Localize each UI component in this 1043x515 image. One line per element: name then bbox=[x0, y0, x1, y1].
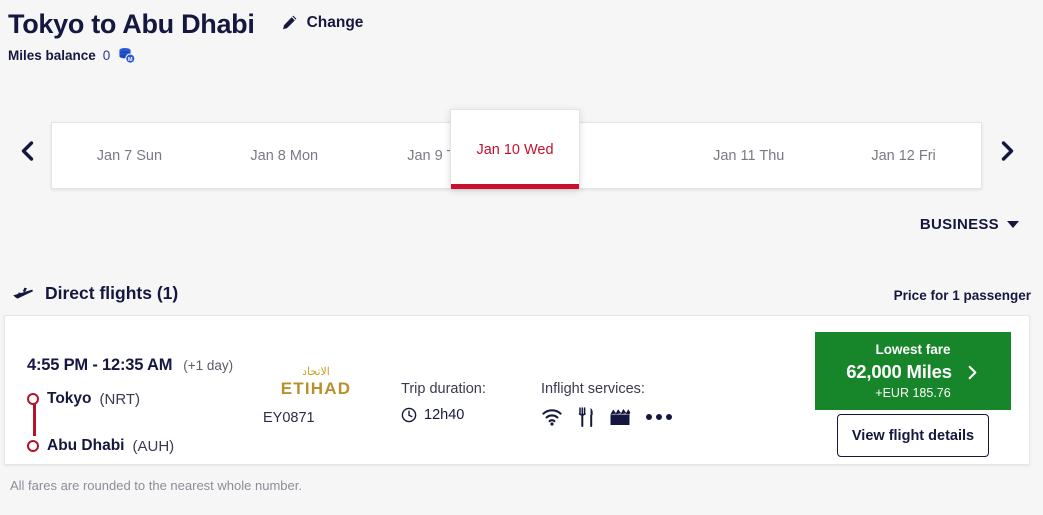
selected-date-underline bbox=[451, 184, 579, 189]
miles-balance-label: Miles balance bbox=[8, 47, 96, 63]
view-flight-details-label: View flight details bbox=[851, 427, 975, 444]
airline-block: الاتحاد ETIHAD EY0871 bbox=[261, 364, 371, 426]
date-tab-jan-12[interactable]: Jan 12 Fri bbox=[826, 123, 981, 188]
trip-duration-label: Trip duration: bbox=[401, 381, 486, 397]
flight-time-range: 4:55 PM - 12:35 AM bbox=[27, 356, 173, 374]
fare-miles-amount: 62,000 Miles bbox=[846, 361, 952, 383]
date-tab-jan-7[interactable]: Jan 7 Sun bbox=[52, 123, 207, 188]
view-flight-details-button[interactable]: View flight details bbox=[837, 414, 989, 457]
next-dates-button[interactable] bbox=[990, 134, 1024, 168]
origin-dot-icon bbox=[27, 393, 39, 405]
cabin-class-label: BUSINESS bbox=[919, 216, 999, 233]
date-tab-jan-10-selected[interactable]: Jan 10 Wed bbox=[450, 109, 580, 189]
airplane-icon bbox=[12, 284, 34, 304]
trip-duration-value-row: 12h40 bbox=[401, 407, 486, 423]
meal-icon bbox=[578, 407, 594, 427]
date-tab-jan-11[interactable]: Jan 11 Thu bbox=[671, 123, 826, 188]
chevron-right-icon bbox=[965, 364, 980, 381]
select-fare-button[interactable]: Lowest fare 62,000 Miles +EUR 185.76 bbox=[815, 332, 1011, 410]
date-selector: Jan 7 Sun Jan 8 Mon Jan 9 Tue Jan 11 Thu… bbox=[0, 104, 1043, 192]
flight-route: Tokyo (NRT) Abu Dhabi (AUH) bbox=[27, 386, 267, 459]
svg-text:الاتحاد: الاتحاد bbox=[302, 365, 330, 378]
fare-taxes-amount: +EUR 185.76 bbox=[875, 386, 951, 401]
change-route-button[interactable]: Change bbox=[281, 13, 364, 32]
section-title-group: Direct flights (1) bbox=[12, 283, 178, 304]
coins-miles-icon: M bbox=[117, 47, 136, 64]
chevron-down-icon bbox=[1007, 221, 1019, 228]
results-section-title: Direct flights (1) bbox=[45, 283, 179, 303]
entertainment-icon bbox=[609, 408, 631, 426]
cabin-class-selector[interactable]: BUSINESS bbox=[920, 216, 1019, 233]
route-origin: Tokyo (NRT) bbox=[27, 386, 267, 412]
flight-day-offset: (+1 day) bbox=[183, 358, 234, 373]
inflight-services-block: Inflight services: bbox=[541, 381, 672, 427]
destination-dot-icon bbox=[27, 440, 39, 452]
page-title: Tokyo to Abu Dhabi bbox=[8, 9, 255, 39]
page-header: Tokyo to Abu Dhabi Change Miles balance … bbox=[8, 9, 1028, 64]
destination-airport-code: (AUH) bbox=[132, 437, 175, 455]
origin-city: Tokyo bbox=[47, 390, 92, 407]
fare-miles-row: 62,000 Miles bbox=[846, 361, 980, 383]
title-row: Tokyo to Abu Dhabi Change bbox=[8, 9, 1028, 40]
change-label: Change bbox=[306, 13, 364, 31]
miles-balance-row: Miles balance 0 M bbox=[8, 47, 1028, 64]
date-tabs: Jan 7 Sun Jan 8 Mon Jan 9 Tue Jan 11 Thu… bbox=[51, 109, 982, 189]
results-section-header: Direct flights (1) Price for 1 passenger bbox=[12, 283, 1031, 304]
price-passenger-note: Price for 1 passenger bbox=[893, 288, 1031, 303]
route-destination: Abu Dhabi (AUH) bbox=[27, 433, 267, 459]
wifi-icon bbox=[541, 408, 563, 426]
svg-text:M: M bbox=[128, 57, 133, 63]
flight-times: 4:55 PM - 12:35 AM (+1 day) bbox=[27, 356, 233, 375]
pencil-icon bbox=[281, 14, 298, 31]
flight-number: EY0871 bbox=[263, 410, 315, 426]
origin-airport-code: (NRT) bbox=[99, 390, 141, 408]
chevron-right-icon bbox=[995, 139, 1019, 163]
clock-icon bbox=[401, 407, 417, 423]
fare-tag-label: Lowest fare bbox=[875, 341, 951, 357]
fares-footnote: All fares are rounded to the nearest who… bbox=[10, 478, 302, 493]
inflight-service-icons bbox=[541, 407, 672, 427]
etihad-logo-icon: الاتحاد ETIHAD bbox=[270, 364, 362, 398]
more-services-icon[interactable] bbox=[646, 414, 672, 420]
chevron-left-icon bbox=[16, 139, 40, 163]
trip-duration-value: 12h40 bbox=[424, 407, 465, 423]
trip-duration-block: Trip duration: 12h40 bbox=[401, 381, 486, 423]
svg-text:ETIHAD: ETIHAD bbox=[281, 379, 351, 398]
flight-result-card[interactable]: 4:55 PM - 12:35 AM (+1 day) Tokyo (NRT) … bbox=[4, 315, 1030, 465]
date-tab-jan-8[interactable]: Jan 8 Mon bbox=[207, 123, 362, 188]
miles-balance-value: 0 bbox=[102, 47, 111, 63]
inflight-services-label: Inflight services: bbox=[541, 381, 645, 397]
selected-date-label: Jan 10 Wed bbox=[476, 141, 554, 158]
previous-dates-button[interactable] bbox=[11, 134, 45, 168]
destination-city: Abu Dhabi bbox=[47, 437, 125, 454]
